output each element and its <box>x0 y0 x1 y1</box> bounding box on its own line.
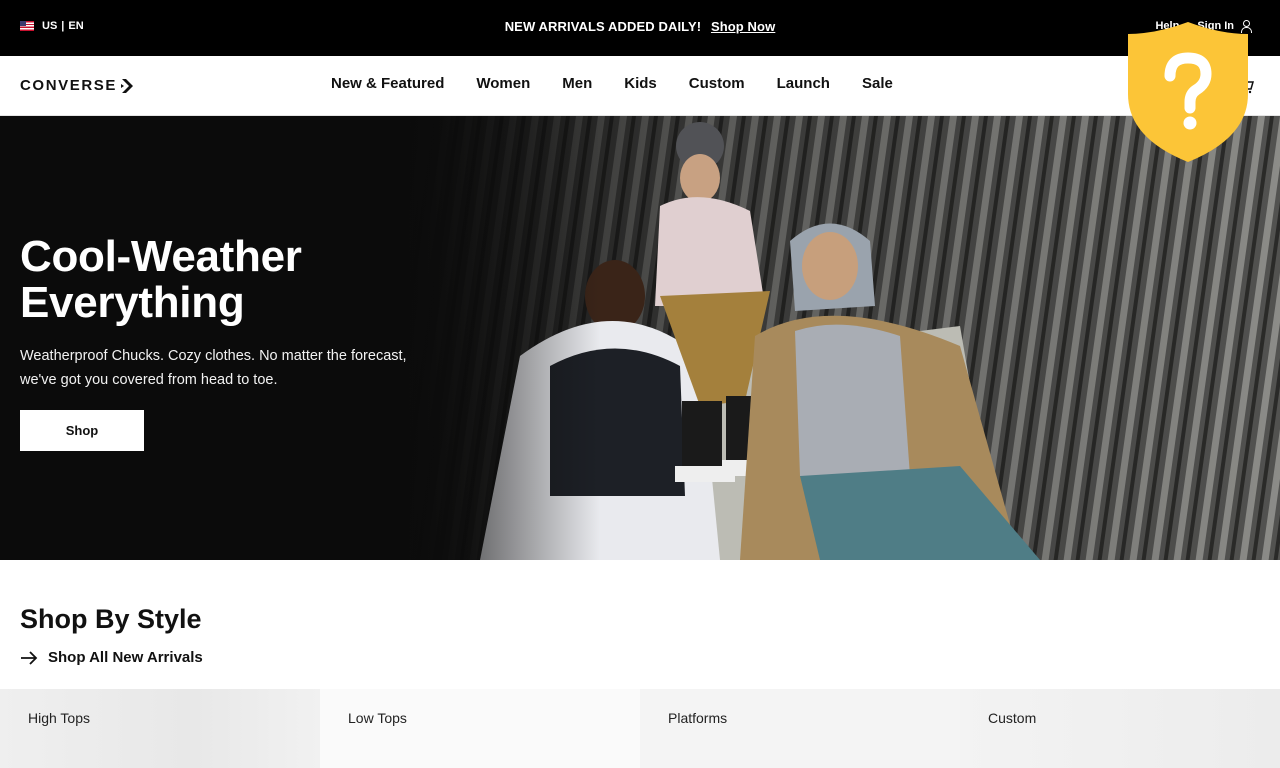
nav-custom[interactable]: Custom <box>689 75 745 92</box>
hero-shop-button[interactable]: Shop <box>20 410 144 451</box>
nav-launch[interactable]: Launch <box>777 75 830 92</box>
main-header: CONVERSE New & Featured Women Men Kids C… <box>0 56 1280 116</box>
hero-title: Cool-Weather Everything <box>20 232 302 327</box>
tile-custom[interactable]: Custom <box>960 689 1280 768</box>
shield-question-icon[interactable] <box>1126 20 1250 164</box>
tile-platforms[interactable]: Platforms <box>640 689 960 768</box>
tile-high-tops[interactable]: High Tops <box>0 689 320 768</box>
nav-sale[interactable]: Sale <box>862 75 893 92</box>
shop-by-style-title: Shop By Style <box>20 604 202 634</box>
tile-label: Platforms <box>668 710 728 726</box>
shop-all-label: Shop All New Arrivals <box>48 649 203 666</box>
promo-bar: US | EN NEW ARRIVALS ADDED DAILY! Shop N… <box>0 0 1280 56</box>
style-tiles: High Tops Low Tops Platforms Custom <box>0 689 1280 768</box>
converse-logo[interactable]: CONVERSE <box>20 77 136 94</box>
shop-all-new-arrivals-link[interactable]: Shop All New Arrivals <box>20 649 203 666</box>
hero-banner: Cool-Weather Everything Weatherproof Chu… <box>0 116 1280 560</box>
tile-label: Custom <box>988 710 1037 726</box>
promo-text: NEW ARRIVALS ADDED DAILY! <box>504 19 702 34</box>
tile-label: Low Tops <box>348 710 407 726</box>
hero-copy: Cool-Weather Everything Weatherproof Chu… <box>20 234 430 451</box>
nav-men[interactable]: Men <box>562 75 592 92</box>
promo-message: NEW ARRIVALS ADDED DAILY! Shop Now <box>0 19 1280 34</box>
hero-subtitle: Weatherproof Chucks. Cozy clothes. No ma… <box>20 348 407 388</box>
primary-nav: New & Featured Women Men Kids Custom Lau… <box>331 75 893 92</box>
nav-new-featured[interactable]: New & Featured <box>331 75 444 92</box>
tile-label: High Tops <box>28 710 91 726</box>
tile-low-tops[interactable]: Low Tops <box>320 689 640 768</box>
arrow-right-icon <box>21 650 38 665</box>
nav-women[interactable]: Women <box>476 75 530 92</box>
nav-kids[interactable]: Kids <box>624 75 657 92</box>
logo-text: CONVERSE <box>20 77 117 94</box>
shop-now-link[interactable]: Shop Now <box>711 19 775 34</box>
chevron-star-icon <box>121 78 133 93</box>
